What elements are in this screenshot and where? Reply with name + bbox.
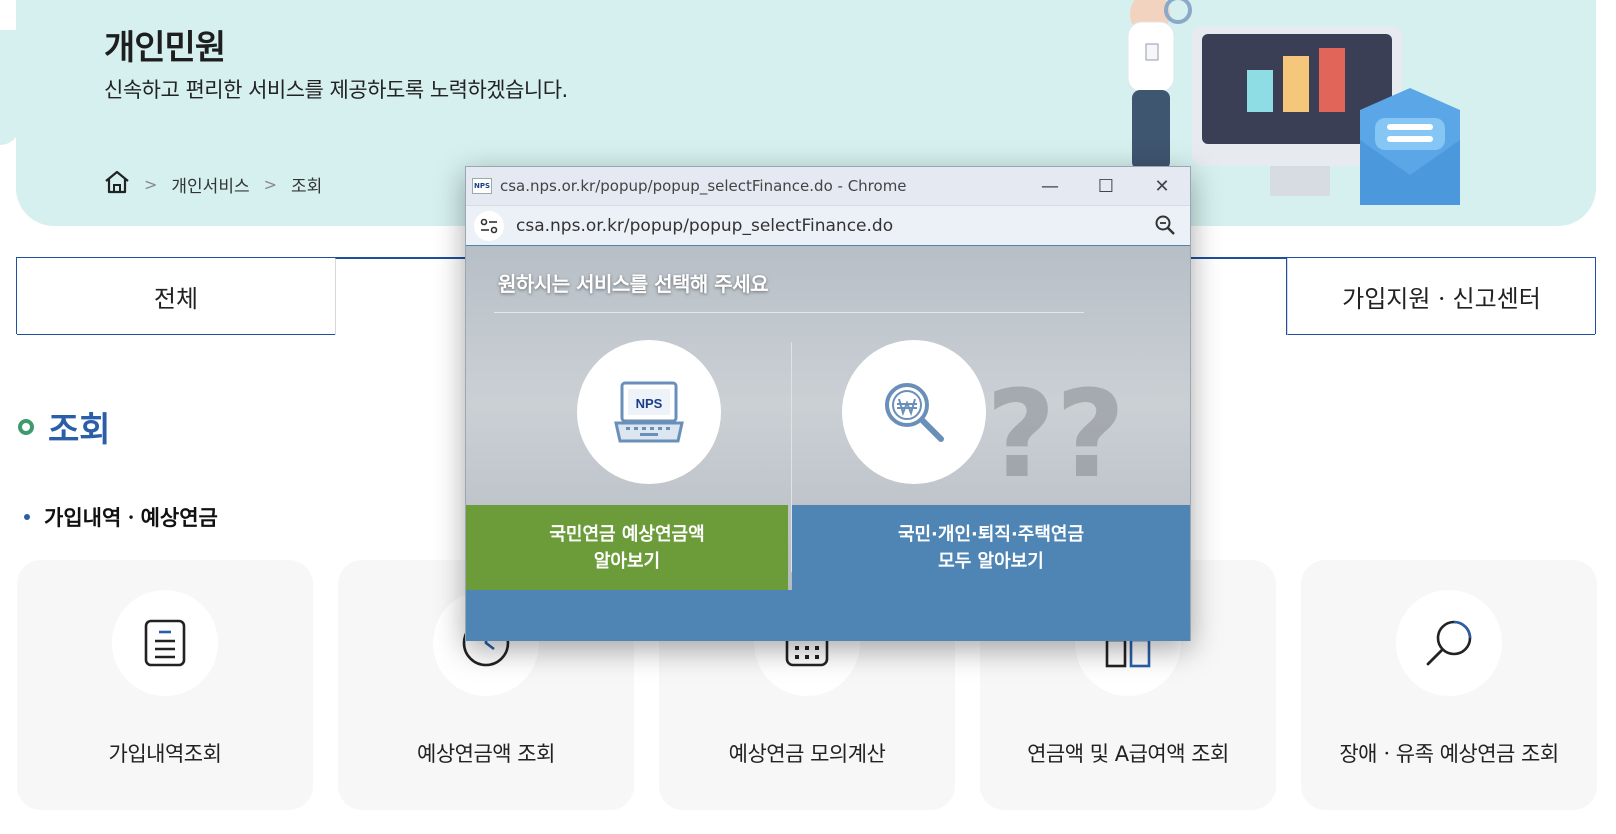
breadcrumb-separator: > bbox=[263, 175, 278, 194]
close-icon[interactable]: ✕ bbox=[1134, 167, 1190, 205]
sub-section-title: 가입내역ㆍ예상연금 bbox=[24, 502, 218, 532]
option-label-line2: 알아보기 bbox=[593, 550, 661, 572]
card-label: 예상연금 모의계산 bbox=[728, 742, 886, 766]
all-pensions-button[interactable]: 국민·개인·퇴직·주택연금 모두 알아보기 bbox=[792, 505, 1190, 590]
bullet-icon bbox=[24, 514, 30, 520]
sub-section-title-text: 가입내역ㆍ예상연금 bbox=[44, 506, 218, 530]
breadcrumb-item-personal-service[interactable]: 개인서비스 bbox=[171, 172, 249, 197]
card-disability-survivor-pension[interactable]: 장애ㆍ유족 예상연금 조회 bbox=[1301, 560, 1597, 810]
search-icon bbox=[1396, 590, 1502, 696]
section-title: 조회 bbox=[18, 402, 111, 451]
popup-heading: 원하시는 서비스를 선택해 주세요 bbox=[498, 272, 769, 296]
popup-bottom-bar bbox=[466, 590, 1190, 641]
breadcrumb-item-inquiry[interactable]: 조회 bbox=[291, 172, 322, 197]
maximize-icon[interactable]: ☐ bbox=[1078, 167, 1134, 205]
page-subtitle: 신속하고 편리한 서비스를 제공하도록 노력하겠습니다. bbox=[104, 78, 568, 102]
option-label-line2: 모두 알아보기 bbox=[938, 550, 1044, 572]
popup-content: ?? 원하시는 서비스를 선택해 주세요 NPS 국민연금 예상연금액 알아보기… bbox=[466, 246, 1190, 641]
popup-window: NPS csa.nps.or.kr/popup/popup_selectFina… bbox=[465, 166, 1191, 641]
national-pension-expected-button[interactable]: 국민연금 예상연금액 알아보기 bbox=[466, 505, 788, 590]
page-title: 개인민원 bbox=[104, 28, 226, 68]
section-title-text: 조회 bbox=[48, 410, 111, 450]
laptop-icon[interactable]: NPS bbox=[577, 340, 721, 484]
tab-all[interactable]: 전체 bbox=[17, 258, 335, 335]
breadcrumb: > 개인서비스 > 조회 bbox=[104, 170, 322, 199]
site-info-icon[interactable] bbox=[474, 210, 504, 241]
tab-support-report-center[interactable]: 가입지원ㆍ신고센터 bbox=[1287, 258, 1595, 335]
popup-address-bar[interactable]: csa.nps.or.kr/popup/popup_selectFinance.… bbox=[466, 205, 1190, 245]
section-dot-icon bbox=[18, 418, 34, 435]
card-label: 장애ㆍ유족 예상연금 조회 bbox=[1339, 742, 1559, 766]
card-enrollment-history[interactable]: 가입내역조회 bbox=[17, 560, 313, 810]
laptop-nps-text: NPS bbox=[636, 396, 663, 411]
breadcrumb-separator: > bbox=[144, 175, 158, 194]
heading-divider bbox=[494, 312, 1084, 313]
home-icon[interactable] bbox=[104, 170, 130, 199]
popup-titlebar[interactable]: NPS csa.nps.or.kr/popup/popup_selectFina… bbox=[466, 167, 1190, 205]
popup-window-title: csa.nps.or.kr/popup/popup_selectFinance.… bbox=[500, 177, 907, 195]
option-label-line1: 국민·개인·퇴직·주택연금 bbox=[897, 523, 1085, 545]
won-magnifier-icon[interactable] bbox=[842, 340, 986, 484]
nps-favicon-icon: NPS bbox=[472, 178, 492, 194]
option-label-line1: 국민연금 예상연금액 bbox=[549, 523, 705, 545]
card-label: 가입내역조회 bbox=[108, 742, 222, 766]
zoom-icon[interactable] bbox=[1154, 214, 1176, 241]
card-label: 예상연금액 조회 bbox=[417, 742, 555, 766]
card-label: 연금액 및 A급여액 조회 bbox=[1027, 742, 1229, 766]
minimize-icon[interactable]: — bbox=[1022, 167, 1078, 205]
document-icon bbox=[112, 590, 218, 696]
question-decoration-icon: ?? bbox=[986, 366, 1126, 505]
popup-url[interactable]: csa.nps.or.kr/popup/popup_selectFinance.… bbox=[516, 216, 893, 236]
